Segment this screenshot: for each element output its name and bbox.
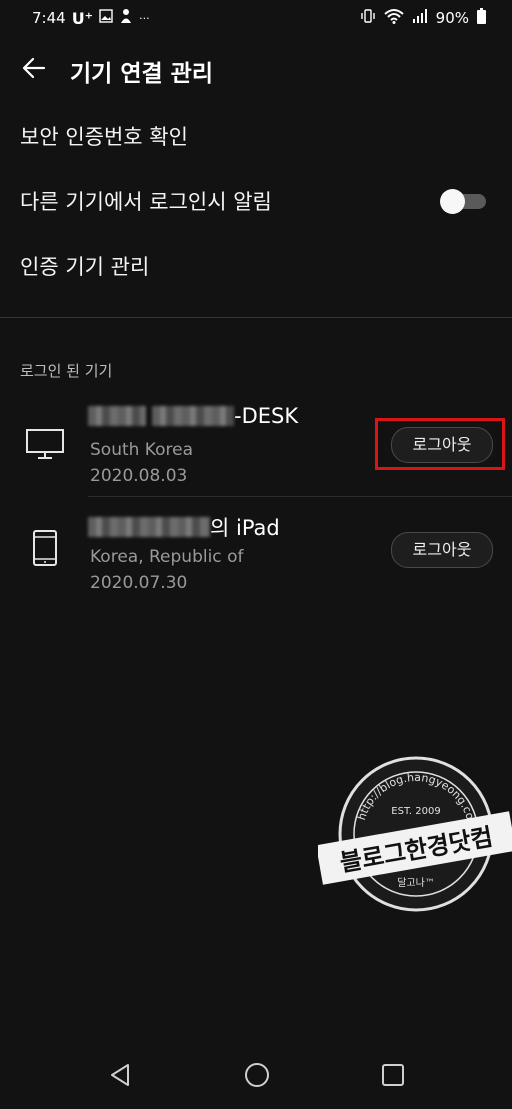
monitor-icon bbox=[24, 424, 66, 466]
square-recents-icon bbox=[382, 1064, 404, 1086]
nav-back-button[interactable] bbox=[106, 1060, 136, 1090]
device-name-suffix: 의 iPad bbox=[210, 516, 280, 540]
section-divider bbox=[0, 317, 512, 318]
back-button[interactable] bbox=[18, 52, 50, 84]
nav-home-button[interactable] bbox=[242, 1060, 272, 1090]
device-date: 2020.08.03 bbox=[90, 466, 188, 486]
device-name: -DESK bbox=[88, 404, 298, 428]
watermark-est: EST. 2009 bbox=[391, 806, 440, 817]
device-name-suffix: -DESK bbox=[234, 404, 299, 428]
vibrate-icon bbox=[360, 8, 376, 28]
page-title: 기기 연결 관리 bbox=[70, 61, 213, 87]
triangle-back-icon bbox=[111, 1064, 129, 1086]
annotation-highlight-box bbox=[375, 418, 505, 470]
battery-icon bbox=[477, 8, 486, 28]
login-alert-toggle[interactable] bbox=[440, 188, 486, 214]
device-row: 의 iPad Korea, Republic of 2020.07.30 로그아… bbox=[0, 500, 512, 604]
wifi-icon bbox=[383, 8, 404, 28]
tablet-icon bbox=[24, 528, 66, 570]
menu-item-login-alert[interactable]: 다른 기기에서 로그인시 알림 bbox=[20, 186, 272, 216]
redacted-name-part bbox=[152, 406, 234, 426]
device-name: 의 iPad bbox=[88, 512, 280, 542]
carrier-label: U⁺ bbox=[71, 8, 94, 28]
signal-icon bbox=[412, 8, 428, 28]
back-arrow-icon bbox=[22, 57, 46, 79]
menu-item-security-code[interactable]: 보안 인증번호 확인 bbox=[20, 121, 188, 151]
row-divider bbox=[88, 496, 512, 497]
redacted-name-part bbox=[88, 406, 146, 426]
menu-item-auth-devices[interactable]: 인증 기기 관리 bbox=[20, 251, 149, 281]
device-date: 2020.07.30 bbox=[90, 573, 188, 593]
section-label-logged-in: 로그인 된 기기 bbox=[20, 362, 113, 380]
redacted-name-part bbox=[88, 517, 210, 537]
watermark-sub: 달고나™ bbox=[397, 877, 435, 889]
toggle-knob bbox=[440, 189, 465, 214]
device-country: South Korea bbox=[90, 440, 194, 460]
logout-button[interactable]: 로그아웃 bbox=[391, 532, 493, 568]
watermark-stamp: http://blog.hangyeong.com EST. 2009 블로그한… bbox=[316, 752, 512, 922]
image-notification-icon bbox=[99, 9, 113, 27]
system-nav-bar bbox=[0, 1040, 512, 1109]
status-bar: 7:44 U⁺ ··· 90% bbox=[0, 0, 512, 34]
battery-percent: 90% bbox=[435, 9, 469, 27]
circle-home-icon bbox=[245, 1063, 269, 1087]
status-time: 7:44 bbox=[32, 9, 66, 27]
more-notifications-icon: ··· bbox=[139, 11, 150, 25]
device-country: Korea, Republic of bbox=[90, 547, 244, 567]
app-notification-icon bbox=[119, 8, 133, 28]
app-header: 기기 연결 관리 bbox=[0, 42, 512, 94]
nav-recents-button[interactable] bbox=[378, 1060, 408, 1090]
